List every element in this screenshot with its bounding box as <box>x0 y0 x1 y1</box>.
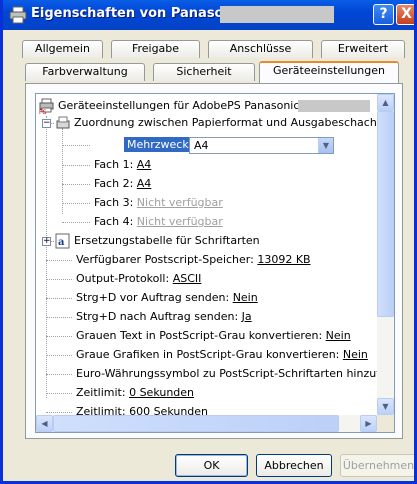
svg-text:a: a <box>58 237 65 248</box>
scroll-down-icon[interactable]: ▼ <box>377 398 394 415</box>
ctrl-d-after-value[interactable]: Ja <box>242 310 252 323</box>
memory-value[interactable]: 13092 KB <box>257 253 310 266</box>
tree-line <box>62 203 90 204</box>
window-title: Eigenschaften von Panasonic <box>31 6 245 21</box>
tree-line <box>46 374 72 375</box>
fach2-value[interactable]: A4 <box>137 177 152 190</box>
vertical-scrollbar[interactable]: ▲ ▼ <box>377 94 394 415</box>
output-label: Output-Protokoll: <box>76 272 170 285</box>
collapse-icon[interactable]: − <box>42 119 51 128</box>
scroll-left-icon[interactable]: ◀ <box>36 415 53 432</box>
tree-item-output[interactable]: Output-Protokoll: ASCII <box>76 271 201 287</box>
memory-label: Verfügbarer Postscript-Speicher: <box>76 253 254 266</box>
tree-item-fach1[interactable]: Fach 1: A4 <box>94 157 151 173</box>
horizontal-scrollbar[interactable]: ◀ ▶ <box>36 415 377 432</box>
tree-line <box>62 145 90 146</box>
chevron-down-icon[interactable]: ▼ <box>318 138 333 153</box>
tree-line <box>46 317 72 318</box>
tab-sicherheit[interactable]: Sicherheit <box>153 63 255 81</box>
gray-text-value[interactable]: Nein <box>326 329 351 342</box>
tree-item-gray-graphics[interactable]: Graue Grafiken in PostScript-Grau konver… <box>76 347 368 363</box>
timeout2-value[interactable]: 600 Sekunden <box>129 405 208 415</box>
font-icon: a <box>55 233 70 249</box>
fach3-label: Fach 3: <box>94 196 134 209</box>
tree-line <box>62 184 90 185</box>
printer-settings-icon: PS <box>39 98 54 114</box>
vertical-scroll-thumb[interactable] <box>377 111 394 317</box>
ctrl-d-before-value[interactable]: Nein <box>233 291 258 304</box>
tree-item-gray-text[interactable]: Grauen Text in PostScript-Grau konvertie… <box>76 328 351 344</box>
tree-item-timeout-2[interactable]: Zeitlimit: 600 Sekunden <box>76 404 208 415</box>
tree-content: PS Geräteeinstellungen für AdobePS Panas… <box>36 94 377 415</box>
tree-item-timeout-1[interactable]: Zeitlimit: 0 Sekunden <box>76 385 194 401</box>
tree-line <box>46 336 72 337</box>
ctrl-d-after-label: Strg+D nach Auftrag senden: <box>76 310 239 323</box>
ok-button[interactable]: OK <box>175 454 248 477</box>
tree-item-memory[interactable]: Verfügbarer Postscript-Speicher: 13092 K… <box>76 252 311 268</box>
tab-erweitert[interactable]: Erweitert <box>321 40 405 58</box>
tab-geraeteeinstellungen[interactable]: Geräteeinstellungen <box>259 61 399 83</box>
tree-line <box>46 260 72 261</box>
tree-line <box>46 393 72 394</box>
help-icon[interactable]: ? <box>373 4 394 25</box>
fach2-label: Fach 2: <box>94 177 134 190</box>
timeout2-label: Zeitlimit: <box>76 405 126 415</box>
tab-allgemein[interactable]: Allgemein <box>22 40 103 58</box>
timeout1-value[interactable]: 0 Sekunden <box>129 386 194 399</box>
tree-line <box>62 128 63 214</box>
scroll-right-icon[interactable]: ▶ <box>360 415 377 432</box>
fach4-value: Nicht verfügbar <box>136 215 223 228</box>
tree-line <box>46 355 72 356</box>
output-value[interactable]: ASCII <box>173 272 202 285</box>
fach1-label: Fach 1: <box>94 158 134 171</box>
apply-button[interactable]: Übernehmen <box>340 454 414 477</box>
tree-item-euro[interactable]: Euro-Währungssymbol zu PostScript-Schrif… <box>76 366 377 382</box>
svg-text:PS: PS <box>39 109 47 114</box>
paper-tray-icon <box>56 116 70 129</box>
euro-label: Euro-Währungssymbol zu PostScript-Schrif… <box>76 367 377 380</box>
tree-font-table-label[interactable]: Ersetzungstabelle für Schriftarten <box>74 233 260 249</box>
mehrzweckfach-select[interactable]: A4 ▼ <box>189 137 334 154</box>
close-icon[interactable]: X <box>396 4 414 25</box>
tree-line <box>46 298 72 299</box>
tab-anschluesse[interactable]: Anschlüsse <box>208 40 313 58</box>
tree-item-fach2[interactable]: Fach 2: A4 <box>94 176 151 192</box>
tab-farbverwaltung[interactable]: Farbverwaltung <box>25 63 145 81</box>
tree-root-label[interactable]: Geräteeinstellungen für AdobePS Panasoni… <box>58 98 299 114</box>
mehrzweckfach-value: A4 <box>194 139 209 152</box>
tree-item-ctrl-d-before[interactable]: Strg+D vor Auftrag senden: Nein <box>76 290 258 306</box>
model-redaction <box>298 100 370 112</box>
gray-graphics-value[interactable]: Nein <box>343 348 368 361</box>
fach1-value[interactable]: A4 <box>137 158 152 171</box>
scroll-corner <box>377 415 394 432</box>
tree-item-fach4[interactable]: Fach 4: Nicht verfügbar <box>94 214 223 230</box>
fach4-label: Fach 4: <box>94 215 134 228</box>
tree-line <box>62 165 90 166</box>
tab-freigabe[interactable]: Freigabe <box>111 40 200 58</box>
settings-tree[interactable]: PS Geräteeinstellungen für AdobePS Panas… <box>35 93 395 433</box>
tree-line <box>46 412 72 413</box>
horizontal-scroll-thumb[interactable] <box>53 415 339 432</box>
title-bar[interactable]: Eigenschaften von Panasonic ? X <box>3 0 414 30</box>
tree-line <box>46 279 72 280</box>
tree-item-fach3[interactable]: Fach 3: Nicht verfügbar <box>94 195 223 211</box>
properties-dialog: Eigenschaften von Panasonic ? X Allgemei… <box>0 0 417 484</box>
gray-text-label: Grauen Text in PostScript-Grau konvertie… <box>76 329 323 342</box>
gray-graphics-label: Graue Grafiken in PostScript-Grau konver… <box>76 348 340 361</box>
fach3-value: Nicht verfügbar <box>136 196 223 209</box>
ctrl-d-before-label: Strg+D vor Auftrag senden: <box>76 291 230 304</box>
expand-icon[interactable]: + <box>42 237 51 246</box>
cancel-button[interactable]: Abbrechen <box>256 454 332 477</box>
tree-mapping-label[interactable]: Zuordnung zwischen Papierformat und Ausg… <box>74 115 377 131</box>
printer-icon <box>9 6 27 24</box>
tree-line <box>62 222 90 223</box>
scroll-up-icon[interactable]: ▲ <box>377 94 394 111</box>
title-redaction <box>220 6 334 23</box>
timeout1-label: Zeitlimit: <box>76 386 126 399</box>
tree-item-ctrl-d-after[interactable]: Strg+D nach Auftrag senden: Ja <box>76 309 252 325</box>
